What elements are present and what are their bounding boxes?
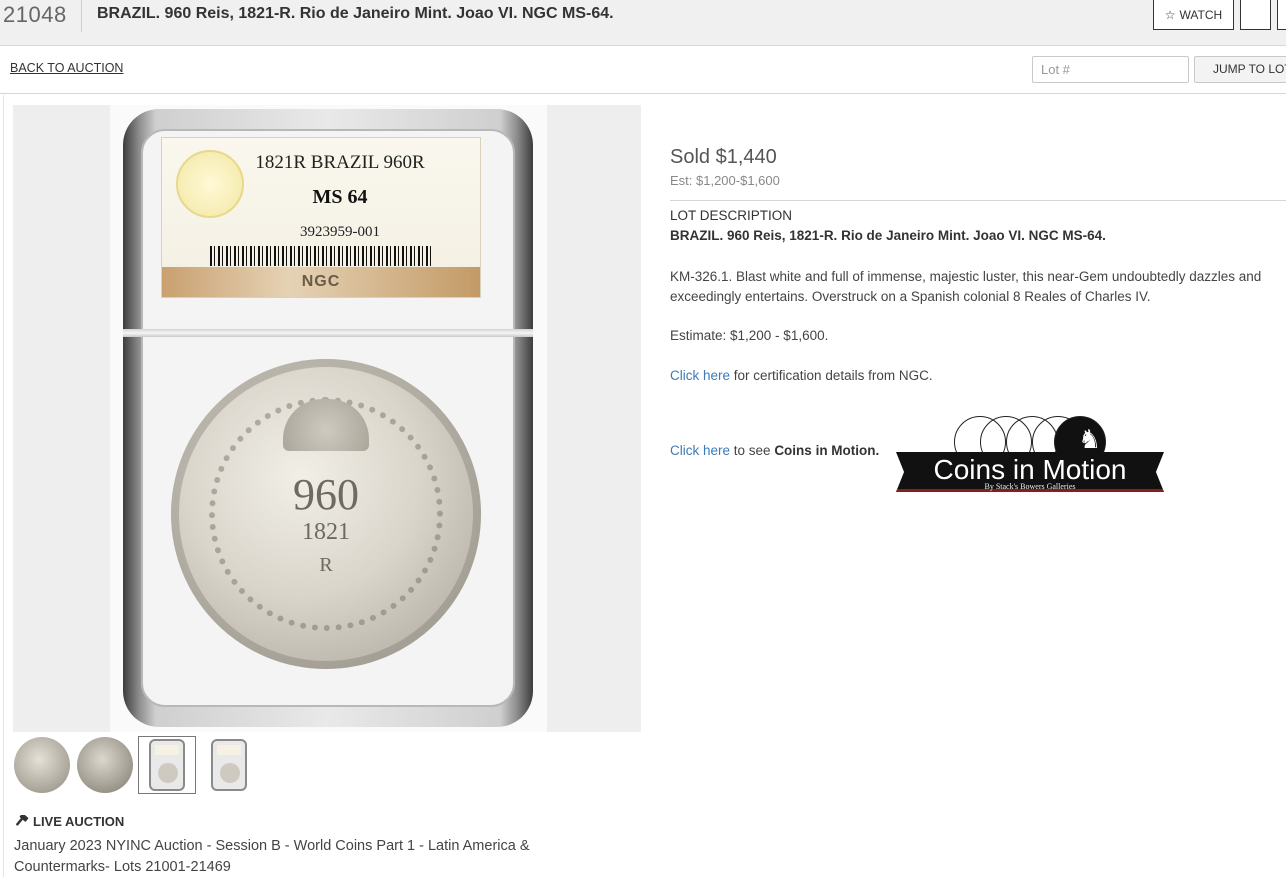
label-cert-number: 3923959-001 — [300, 224, 380, 240]
coin-mintmark: R — [319, 554, 333, 576]
ngc-logo: NGC — [301, 273, 341, 290]
lot-nav: BACK TO AUCTION JUMP TO LOT — [0, 46, 1286, 94]
slab-label: 1821R BRAZIL 960R MS 64 3923959-001 NGC — [161, 137, 481, 298]
auction-session-link[interactable]: January 2023 NYINC Auction - Session B -… — [14, 836, 574, 877]
lot-number-input[interactable] — [1032, 56, 1189, 83]
coin-denomination: 960 — [293, 470, 359, 519]
coin-obverse-thumb — [14, 737, 70, 793]
slab-divider — [123, 329, 533, 337]
coin-date: 1821 — [302, 519, 350, 545]
slab-front-thumb — [149, 739, 185, 791]
header-divider — [81, 0, 82, 32]
header-action-button-2[interactable] — [1277, 0, 1286, 30]
coin-reverse-thumb — [77, 737, 133, 793]
ngc-seal-icon — [176, 150, 244, 218]
label-description: 1821R BRAZIL 960R — [255, 152, 425, 173]
watch-button[interactable]: ☆ WATCH — [1153, 0, 1234, 30]
certification-text: for certification details from NGC. — [730, 368, 933, 383]
ngc-slab: 1821R BRAZIL 960R MS 64 3923959-001 NGC … — [123, 109, 533, 727]
description-heading: LOT DESCRIPTION — [670, 208, 793, 223]
description-body: KM-326.1. Blast white and full of immens… — [670, 269, 1262, 304]
coins-in-motion-text: to see — [730, 443, 775, 458]
label-hologram-band: NGC — [162, 267, 480, 297]
lot-number: 21048 — [3, 2, 67, 27]
logo-subtitle: By Stack's Bowers Galleries — [984, 482, 1076, 491]
lot-title: BRAZIL. 960 Reis, 1821-R. Rio de Janeiro… — [97, 5, 614, 22]
thumbnail-slab-front[interactable] — [138, 736, 196, 794]
watch-label: WATCH — [1179, 7, 1223, 22]
estimate-line: Estimate: $1,200 - $1,600. — [670, 328, 829, 343]
star-outline-icon: ☆ — [1164, 7, 1176, 22]
coins-in-motion-link[interactable]: Click here — [670, 443, 730, 458]
thumbnail-obverse[interactable] — [13, 736, 71, 794]
estimate-short: Est: $1,200-$1,600 — [670, 173, 780, 188]
coins-in-motion-bold: Coins in Motion. — [774, 443, 880, 458]
griffin-icon: ♞ — [1078, 424, 1102, 454]
thumbnail-reverse[interactable] — [76, 736, 134, 794]
live-auction-label: LIVE AUCTION — [14, 814, 124, 829]
live-auction-text: LIVE AUCTION — [33, 814, 125, 829]
jump-to-lot-button[interactable]: JUMP TO LOT — [1194, 56, 1286, 83]
sold-price: Sold $1,440 — [670, 146, 777, 168]
label-grade: MS 64 — [312, 186, 368, 208]
description-divider — [670, 200, 1286, 201]
coins-in-motion-line: Click here to see Coins in Motion. — [670, 443, 879, 458]
certification-link[interactable]: Click here — [670, 368, 730, 383]
lot-header: 21048 BRAZIL. 960 Reis, 1821-R. Rio de J… — [0, 0, 1286, 46]
back-to-auction-link[interactable]: BACK TO AUCTION — [10, 61, 123, 75]
column-rule — [3, 95, 4, 877]
thumbnail-slab-back[interactable] — [200, 736, 258, 794]
header-action-button[interactable] — [1240, 0, 1271, 30]
slab-back-thumb — [211, 739, 247, 791]
certification-line: Click here for certification details fro… — [670, 368, 933, 383]
coin-reverse: 960 1821 R — [171, 359, 481, 669]
barcode — [210, 246, 432, 266]
main-lot-image[interactable]: 1821R BRAZIL 960R MS 64 3923959-001 NGC … — [13, 105, 641, 732]
coins-in-motion-logo[interactable]: ♞ Coins in Motion By Stack's Bowers Gall… — [896, 416, 1164, 498]
gavel-icon — [16, 814, 29, 826]
description-title: BRAZIL. 960 Reis, 1821-R. Rio de Janeiro… — [670, 228, 1106, 243]
